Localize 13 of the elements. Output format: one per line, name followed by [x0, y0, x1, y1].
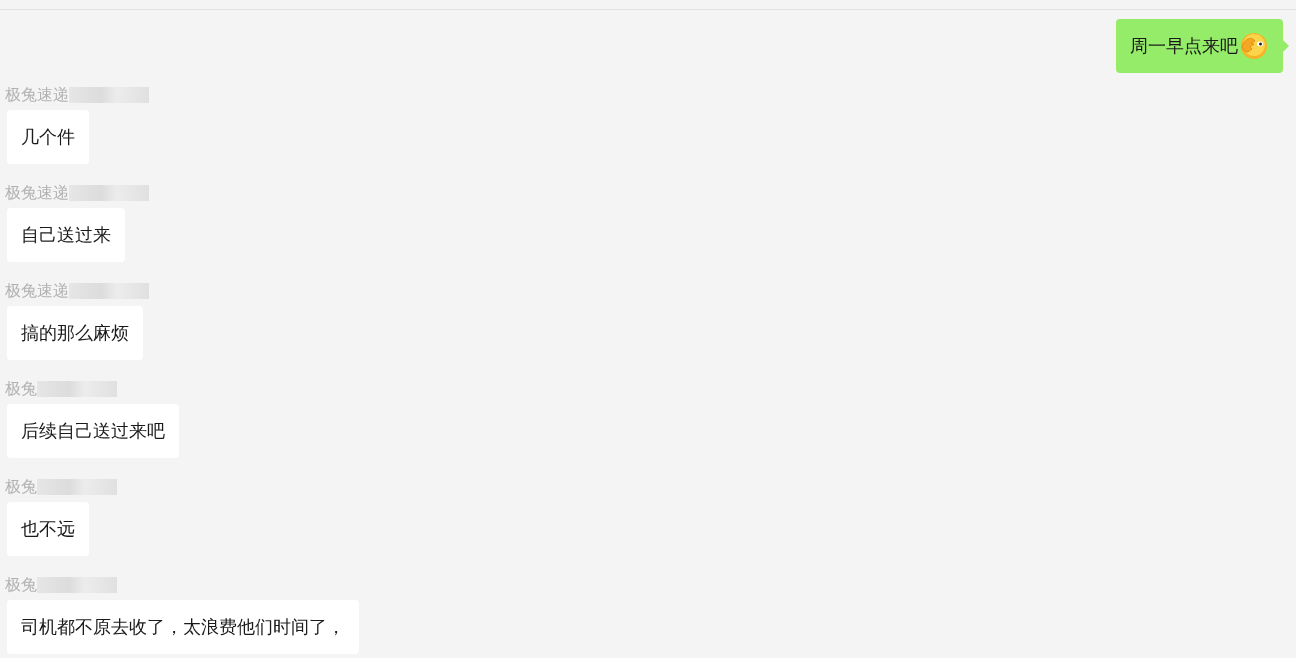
message-text: 几个件 — [21, 125, 75, 149]
sender-name: 极兔速递 — [5, 280, 69, 302]
sender-name: 极兔 — [5, 378, 37, 400]
message-text: 周一早点来吧 — [1130, 34, 1238, 58]
message-text: 后续自己送过来吧 — [21, 419, 165, 443]
message-text: 搞的那么麻烦 — [21, 321, 129, 345]
message-text: 自己送过来 — [21, 223, 111, 247]
sender-name: 极兔速递 — [5, 84, 69, 106]
sender-name: 极兔速递 — [5, 182, 69, 204]
sender-name: 极兔 — [5, 574, 37, 596]
message-text: 也不远 — [21, 517, 75, 541]
message-text: 司机都不原去收了，太浪费他们时间了， — [21, 615, 345, 639]
sender-name: 极兔 — [5, 476, 37, 498]
